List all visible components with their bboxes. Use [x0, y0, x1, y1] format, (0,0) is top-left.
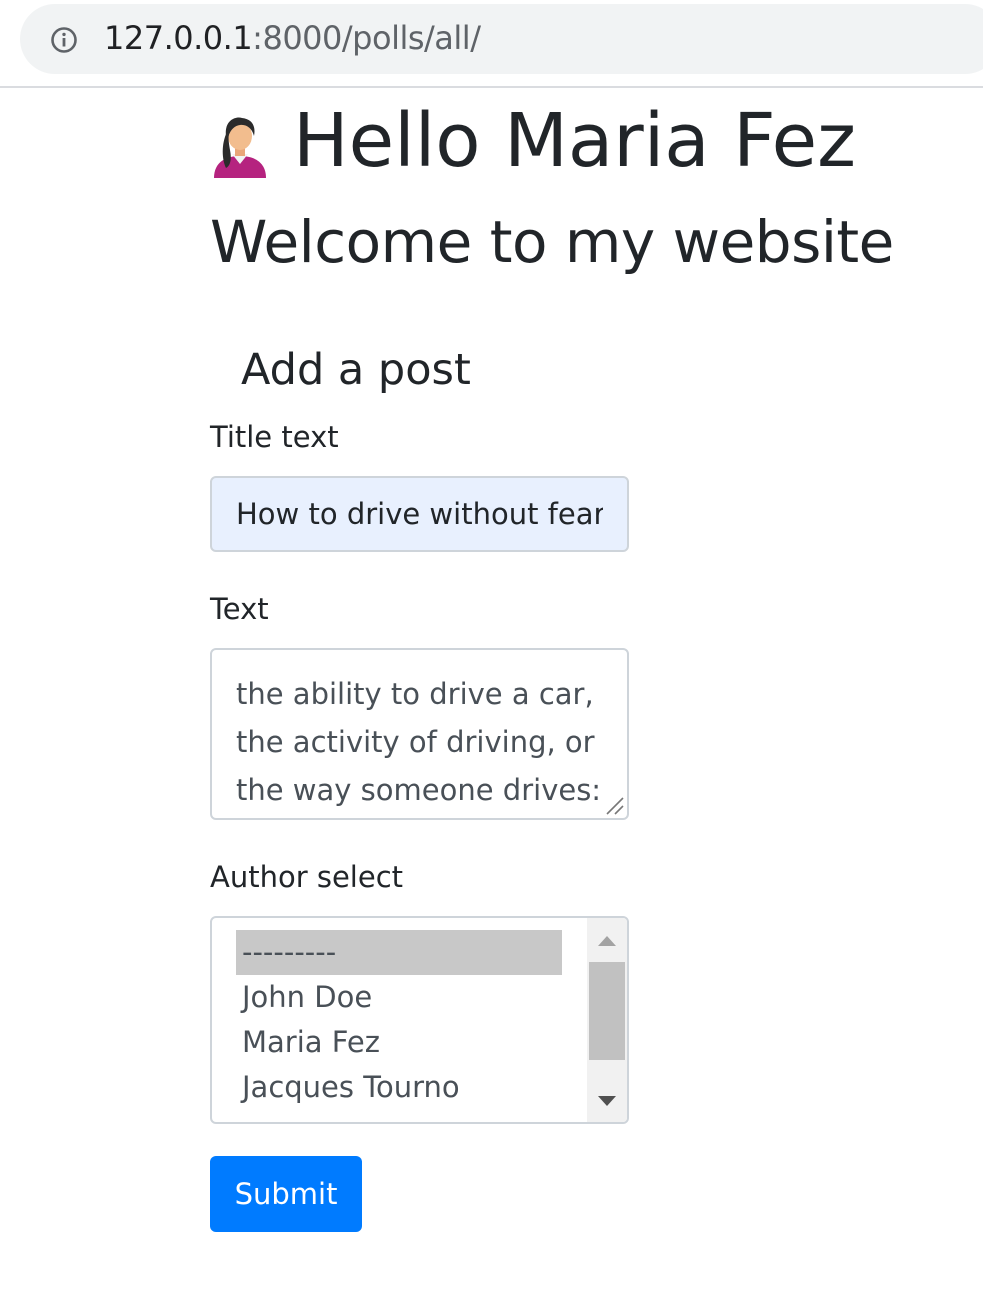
title-text-input[interactable] [210, 476, 629, 552]
scroll-up-arrow-icon[interactable] [587, 922, 627, 956]
greeting-heading: Hello Maria Fez [293, 98, 857, 184]
resize-handle-icon[interactable] [603, 794, 625, 816]
select-scrollbar[interactable] [587, 918, 627, 1122]
author-option-john-doe[interactable]: John Doe [236, 975, 562, 1020]
url-host: 127.0.0.1 [104, 19, 253, 57]
text-textarea[interactable]: the ability to drive a car, the activity… [210, 648, 629, 820]
author-option-maria-fez[interactable]: Maria Fez [236, 1020, 562, 1065]
url-text[interactable]: 127.0.0.1:8000/polls/all/ [104, 18, 481, 58]
author-select[interactable]: --------- John Doe Maria Fez Jacques Tou… [210, 916, 629, 1124]
info-icon[interactable] [50, 26, 78, 54]
textarea-line: the activity of driving, or [236, 725, 595, 759]
title-text-label: Title text [210, 420, 339, 454]
textarea-line: the ability to drive a car, [236, 677, 594, 711]
textarea-line: the way someone drives: [236, 773, 602, 807]
submit-button[interactable]: Submit [210, 1156, 362, 1232]
welcome-heading: Welcome to my website [210, 208, 894, 276]
text-label: Text [210, 592, 269, 626]
form-heading: Add a post [241, 345, 471, 395]
scrollbar-thumb[interactable] [589, 962, 625, 1060]
author-select-label: Author select [210, 860, 404, 894]
woman-avatar-icon [214, 117, 266, 178]
author-option-empty[interactable]: --------- [236, 930, 562, 975]
scroll-down-arrow-icon[interactable] [587, 1084, 627, 1118]
author-option-jacques-tourno[interactable]: Jacques Tourno [236, 1065, 562, 1110]
browser-address-bar: 127.0.0.1:8000/polls/all/ [0, 0, 983, 88]
url-path: :8000/polls/all/ [252, 19, 481, 57]
